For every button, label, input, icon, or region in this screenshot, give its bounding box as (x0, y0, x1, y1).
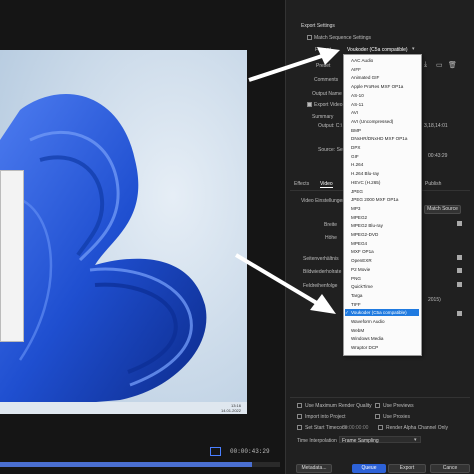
use-proxies-label: Use Proxies (383, 414, 410, 420)
format-option[interactable]: AVI (Uncompressed) (351, 119, 393, 124)
format-option[interactable]: JPEG (351, 189, 363, 194)
summary-source-side: 00:43:29 (428, 153, 448, 159)
bottom-divider (290, 397, 470, 398)
output-name-label: Output Name (312, 91, 342, 97)
field-order-checkbox[interactable] (457, 282, 462, 287)
format-option[interactable]: MP3 (351, 206, 360, 211)
summary-output-label: Output: C:\ (318, 123, 343, 129)
summary-output-side: 3,18,14:01 (424, 123, 448, 129)
export-frame-icon[interactable] (210, 447, 221, 456)
time-interpolation-chevron-icon: ▾ (414, 437, 417, 443)
timeline-progress (0, 462, 252, 467)
overlay-window (0, 170, 24, 342)
codec-tail-value: 2015) (428, 297, 441, 303)
export-video-label: Export Video (314, 102, 343, 108)
format-option[interactable]: MPEG2 Blu-ray (351, 223, 383, 228)
use-previews-checkbox[interactable] (375, 403, 380, 408)
format-option[interactable]: DNxHR/DNxHD MXF OP1a (351, 136, 407, 141)
format-option[interactable]: PNG (351, 276, 361, 281)
max-render-quality-checkbox[interactable] (297, 403, 302, 408)
format-dropdown-list: AAC Audio AIFF Animated GIF Apple ProRes MX… (343, 54, 422, 356)
tab-effects[interactable]: Effects (294, 181, 309, 187)
format-option[interactable]: H.264 (351, 162, 363, 167)
match-sequence-checkbox[interactable] (307, 35, 312, 40)
bloom-wallpaper (0, 50, 247, 414)
chevron-down-icon[interactable]: ▾ (412, 46, 415, 52)
use-proxies-checkbox[interactable] (375, 414, 380, 419)
format-option[interactable]: MXF OP1a (351, 249, 374, 254)
format-option[interactable]: AAC Audio (351, 58, 373, 63)
time-interpolation-label: Time Interpolation (297, 438, 337, 444)
save-preset-icon[interactable]: ⤓ (424, 61, 427, 69)
format-option[interactable]: Windows Media (351, 336, 383, 341)
format-option[interactable]: JPEG 2000 MXF OP1a (351, 197, 399, 202)
checkmark-icon: ✓ (345, 310, 349, 316)
import-into-project-label: Import into Project (305, 414, 346, 420)
format-option[interactable]: DPX (351, 145, 360, 150)
format-option[interactable]: WebM (351, 328, 364, 333)
format-option[interactable]: AIFF (351, 67, 361, 72)
summary-source-label: Source: Seq (318, 147, 346, 153)
delete-preset-icon[interactable]: 🗑 (448, 61, 457, 69)
format-option[interactable]: Targa (351, 293, 363, 298)
height-label: Höhe (325, 235, 337, 241)
taskbar-clock: 13:16 14.01.2022 (220, 403, 241, 413)
summary-label: Summary (312, 114, 334, 120)
arrow-to-voukoder-option (234, 253, 336, 314)
width-label: Breite (324, 222, 338, 228)
format-option[interactable]: Voukoder (C5a compatible) ✓ (345, 310, 407, 315)
format-option[interactable]: AS-11 (351, 102, 363, 107)
width-checkbox[interactable] (457, 221, 462, 226)
format-option[interactable]: P2 Movie (351, 267, 370, 272)
timecode: 00:00:43:29 (230, 448, 270, 455)
frame-rate-checkbox[interactable] (457, 268, 462, 273)
format-option[interactable]: GIF (351, 154, 359, 159)
export-video-checkbox[interactable] (307, 102, 312, 107)
format-option[interactable]: AS-10 (351, 93, 364, 98)
start-timecode-value[interactable]: 00:00:00:00 (342, 425, 368, 431)
format-option[interactable]: AVI (351, 110, 358, 115)
tab-video[interactable]: Video (320, 181, 333, 188)
arrow-to-format-select (248, 47, 340, 82)
match-source-button[interactable]: Match Source (424, 205, 461, 214)
metadata-button[interactable]: Metadata... (296, 464, 332, 473)
set-start-timecode-checkbox[interactable] (297, 425, 302, 430)
video-settings-label: Video Einstellungen (301, 198, 346, 204)
format-option[interactable]: H.264 Blu-ray (351, 171, 379, 176)
cancel-button[interactable]: Cance (430, 464, 470, 473)
time-interpolation-value: Frame Sampling (342, 438, 379, 444)
format-option[interactable]: MPEG2-DVD (351, 232, 378, 237)
format-option[interactable]: MPEG4 (351, 241, 367, 246)
import-into-project-checkbox[interactable] (297, 414, 302, 419)
preview-frame: 13:16 14.01.2022 (0, 50, 247, 414)
program-monitor: 13:16 14.01.2022 00:00:43:29 (0, 0, 285, 474)
format-option[interactable]: Waveform Audio (351, 319, 385, 324)
import-preset-icon[interactable]: ▭ (436, 61, 443, 69)
render-alpha-checkbox[interactable] (378, 425, 383, 430)
use-previews-label: Use Previews (383, 403, 414, 409)
export-settings-header: Export Settings (301, 23, 335, 29)
format-option[interactable]: OpenEXR (351, 258, 372, 263)
aspect-checkbox[interactable] (457, 255, 462, 260)
queue-button[interactable]: Queue (352, 464, 386, 473)
codec-checkbox[interactable] (457, 311, 462, 316)
format-option[interactable]: HEVC (H.265) (351, 180, 380, 185)
timeline-scrubber[interactable] (0, 462, 280, 467)
format-option[interactable]: MPEG2 (351, 215, 367, 220)
format-option[interactable]: BMP (351, 128, 361, 133)
format-option[interactable]: Wraptor DCP (351, 345, 378, 350)
match-sequence-label: Match Sequence Settings (314, 35, 371, 41)
format-option[interactable]: QuickTime (351, 284, 373, 289)
export-button[interactable]: Export (388, 464, 426, 473)
tab-publish[interactable]: Publish (425, 181, 441, 187)
max-render-quality-label: Use Maximum Render Quality (305, 403, 372, 409)
format-option[interactable]: Animated GIF (351, 75, 379, 80)
render-alpha-label: Render Alpha Channel Only (386, 425, 448, 431)
format-option[interactable]: TIFF (351, 302, 361, 307)
format-option[interactable]: Apple ProRes MXF OP1a (351, 84, 403, 89)
format-select[interactable]: Voukoder (C5a compatible) (347, 47, 408, 53)
taskbar: 13:16 14.01.2022 (0, 402, 247, 414)
